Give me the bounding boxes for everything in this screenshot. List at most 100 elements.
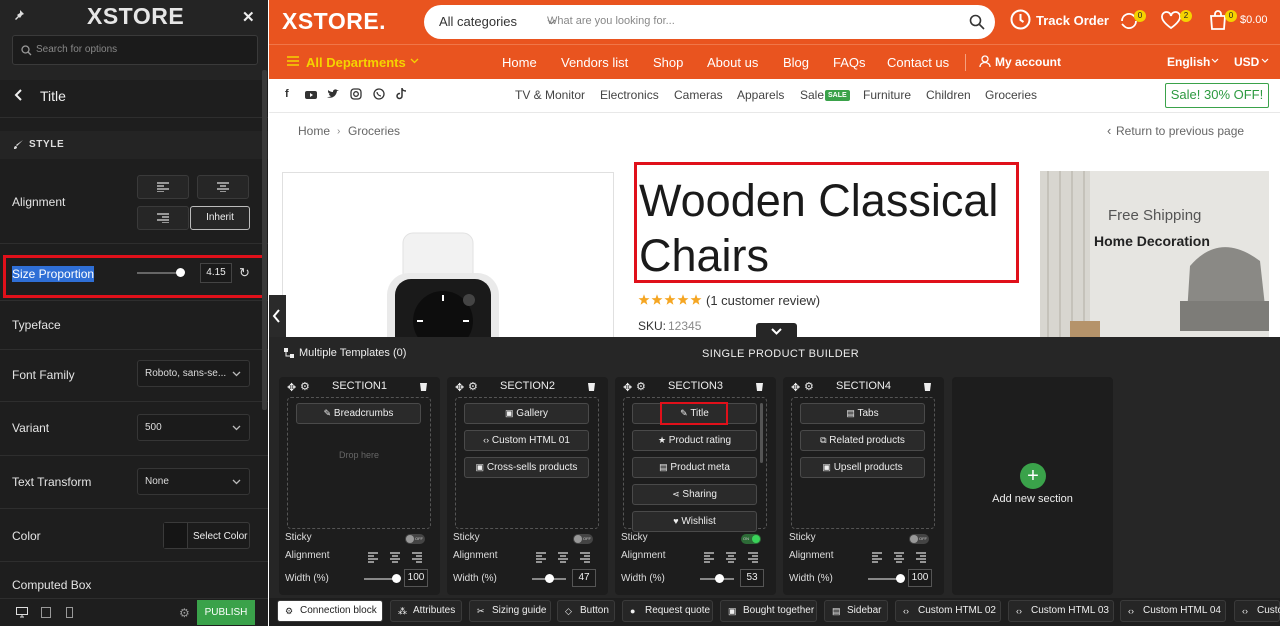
nav-faqs[interactable]: FAQs xyxy=(833,55,866,70)
breadcrumb-current[interactable]: Groceries xyxy=(348,124,400,138)
trash-icon[interactable] xyxy=(923,381,932,391)
drop-zone[interactable]: Drop here ✎ Breadcrumbs xyxy=(287,397,431,529)
breadcrumb-home[interactable]: Home xyxy=(298,124,330,138)
review-count-link[interactable]: (1 customer review) xyxy=(706,293,820,308)
width-value[interactable]: 47 xyxy=(572,569,596,587)
block-chip[interactable]: ★ Product rating xyxy=(632,430,757,451)
add-new-section-card[interactable]: + Add new section xyxy=(952,377,1113,595)
instagram-icon[interactable] xyxy=(350,88,362,100)
trash-icon[interactable] xyxy=(587,381,596,391)
align-center-button[interactable] xyxy=(197,175,249,199)
block-chip[interactable]: ♥ Wishlist xyxy=(632,511,757,532)
align-center-icon[interactable] xyxy=(894,552,904,563)
user-icon[interactable] xyxy=(979,55,991,68)
collapse-panel-button[interactable] xyxy=(269,295,286,337)
nav-shop[interactable]: Shop xyxy=(653,55,683,70)
align-left-icon[interactable] xyxy=(368,552,378,563)
width-slider-knob[interactable] xyxy=(896,574,905,583)
sticky-toggle[interactable]: OFF xyxy=(909,534,929,544)
toolbar-block-connection-block[interactable]: ⚙ Connection block xyxy=(277,600,383,622)
publish-button[interactable]: PUBLISH xyxy=(197,600,255,625)
multiple-templates-label[interactable]: Multiple Templates (0) xyxy=(299,347,406,359)
drop-zone[interactable]: ▤ Tabs ⧉ Related products ▣ Upsell product… xyxy=(791,397,935,529)
nav-about-us[interactable]: About us xyxy=(707,55,758,70)
product-search-input[interactable]: What are you looking for... xyxy=(547,15,675,27)
category-select[interactable]: All categories xyxy=(439,14,517,29)
section-scrollbar[interactable] xyxy=(760,403,763,463)
pin-icon[interactable] xyxy=(13,9,25,21)
category-cameras[interactable]: Cameras xyxy=(674,88,723,102)
toolbar-block-sizing-guide[interactable]: ✂ Sizing guide xyxy=(469,600,551,622)
align-left-button[interactable] xyxy=(137,175,189,199)
track-order-link[interactable]: Track Order xyxy=(1036,13,1109,28)
twitter-icon[interactable] xyxy=(327,89,339,99)
width-value[interactable]: 100 xyxy=(908,569,932,587)
nav-blog[interactable]: Blog xyxy=(783,55,809,70)
close-icon[interactable]: ✕ xyxy=(242,8,255,26)
tablet-icon[interactable] xyxy=(41,607,51,618)
heart-icon[interactable] xyxy=(1160,11,1182,30)
width-slider-knob[interactable] xyxy=(715,574,724,583)
block-chip[interactable]: ▣ Cross-sells products xyxy=(464,457,589,478)
toolbar-block-custom-html-04[interactable]: ‹› Custom HTML 04 xyxy=(1120,600,1226,622)
width-slider-knob[interactable] xyxy=(545,574,554,583)
promo-banner[interactable]: Free Shipping Home Decoration xyxy=(1040,171,1269,341)
toolbar-block-request-quote[interactable]: ● Request quote xyxy=(622,600,713,622)
toolbar-block-bought-together[interactable]: ▣ Bought together xyxy=(720,600,817,622)
variant-select[interactable]: 500 xyxy=(137,414,250,441)
block-chip[interactable]: ▣ Gallery xyxy=(464,403,589,424)
menu-icon[interactable] xyxy=(287,56,299,66)
category-furniture[interactable]: Furniture xyxy=(863,88,911,102)
drop-zone[interactable]: ▣ Gallery ‹› Custom HTML 01 ▣ Cross-sells … xyxy=(455,397,599,529)
currency-select[interactable]: USD xyxy=(1234,55,1259,69)
block-chip[interactable]: ‹› Custom HTML 01 xyxy=(464,430,589,451)
tiktok-icon[interactable] xyxy=(396,88,407,100)
templates-icon[interactable] xyxy=(283,347,295,359)
block-chip[interactable]: ⧉ Related products xyxy=(800,430,925,451)
width-value[interactable]: 100 xyxy=(404,569,428,587)
sticky-toggle[interactable]: OFF xyxy=(573,534,593,544)
align-center-icon[interactable] xyxy=(390,552,400,563)
font-family-select[interactable]: Roboto, sans-se... xyxy=(137,360,250,387)
toolbar-block-custom[interactable]: ‹› Custom xyxy=(1234,600,1280,622)
block-chip[interactable]: ▣ Upsell products xyxy=(800,457,925,478)
sale-promo-button[interactable]: Sale! 30% OFF! xyxy=(1165,83,1269,108)
align-center-icon[interactable] xyxy=(726,552,736,563)
site-logo[interactable]: XSTORE. xyxy=(282,8,386,35)
sticky-toggle[interactable]: ON xyxy=(741,534,761,544)
block-chip[interactable]: ⋖ Sharing xyxy=(632,484,757,505)
cart-total[interactable]: $0.00 xyxy=(1240,14,1268,26)
align-right-icon[interactable] xyxy=(748,552,758,563)
whatsapp-icon[interactable] xyxy=(373,88,385,100)
desktop-icon[interactable] xyxy=(16,607,28,618)
language-select[interactable]: English xyxy=(1167,55,1210,69)
block-chip[interactable]: ▤ Tabs xyxy=(800,403,925,424)
align-right-button[interactable] xyxy=(137,206,189,230)
nav-contact-us[interactable]: Contact us xyxy=(887,55,949,70)
my-account-link[interactable]: My account xyxy=(995,55,1061,69)
chevron-left-icon[interactable] xyxy=(14,88,24,102)
category-sale[interactable]: Sale xyxy=(800,88,824,102)
nav-home[interactable]: Home xyxy=(502,55,537,70)
toolbar-block-button[interactable]: ◇ Button xyxy=(557,600,615,622)
mobile-icon[interactable] xyxy=(66,607,73,618)
search-icon[interactable] xyxy=(969,14,985,30)
color-picker-button[interactable]: Select Color xyxy=(163,522,250,549)
category-tv-monitor[interactable]: TV & Monitor xyxy=(515,88,585,102)
back-row[interactable]: Title xyxy=(0,80,268,110)
category-apparels[interactable]: Apparels xyxy=(737,88,784,102)
trash-icon[interactable] xyxy=(419,381,428,391)
category-electronics[interactable]: Electronics xyxy=(600,88,659,102)
youtube-icon[interactable] xyxy=(305,89,317,100)
sticky-toggle[interactable]: OFF xyxy=(405,534,425,544)
text-transform-select[interactable]: None xyxy=(137,468,250,495)
trash-icon[interactable] xyxy=(755,381,764,391)
clock-icon[interactable] xyxy=(1010,9,1031,30)
return-link[interactable]: Return to previous page xyxy=(1116,124,1244,138)
toolbar-block-custom-html-03[interactable]: ‹› Custom HTML 03 xyxy=(1008,600,1114,622)
all-departments-button[interactable]: All Departments xyxy=(306,55,406,70)
align-left-icon[interactable] xyxy=(704,552,714,563)
plus-icon[interactable]: + xyxy=(1020,463,1046,489)
align-right-icon[interactable] xyxy=(916,552,926,563)
builder-toggle-button[interactable] xyxy=(756,323,797,339)
